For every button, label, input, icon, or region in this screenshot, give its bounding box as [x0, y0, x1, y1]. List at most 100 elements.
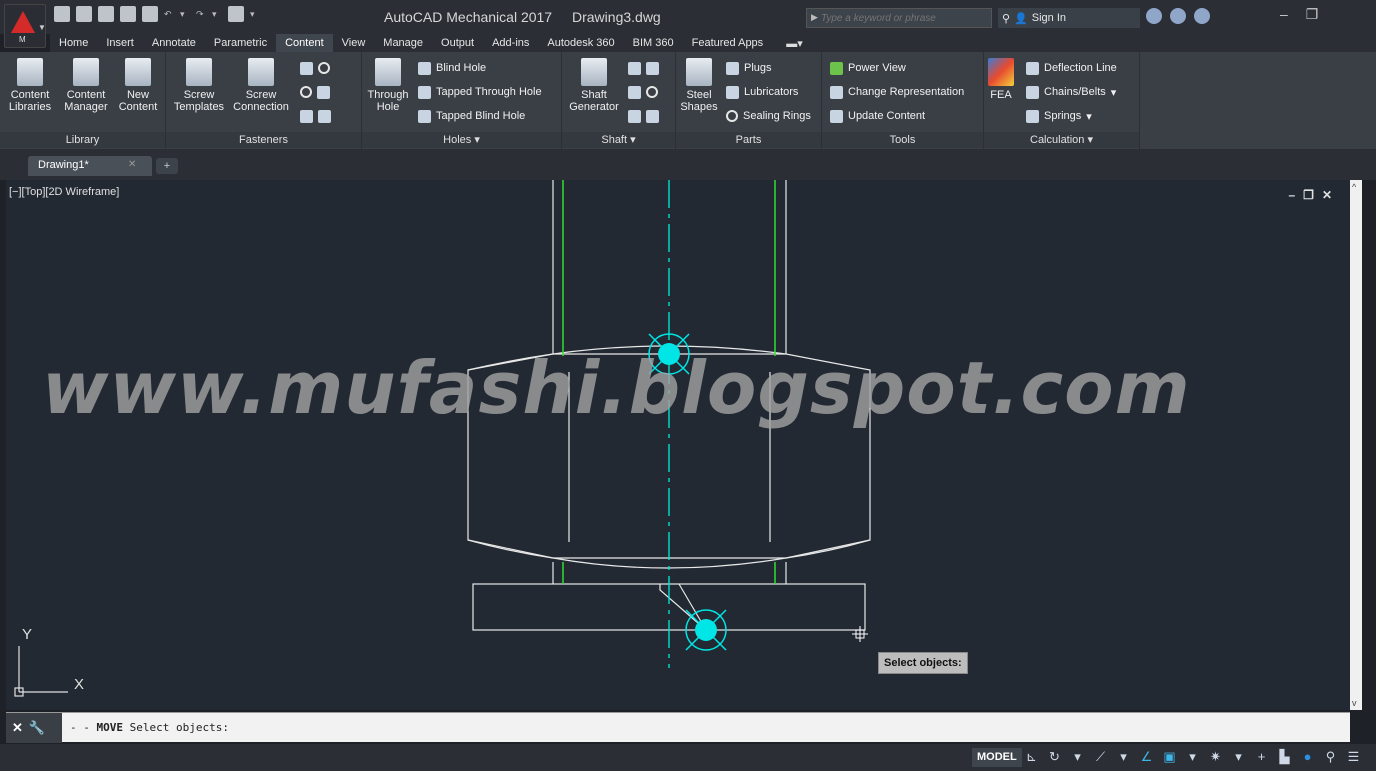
fea-button[interactable]: FEA [986, 58, 1016, 101]
springs-button[interactable]: Springs ▾ [1026, 106, 1092, 126]
sealing-rings-button[interactable]: Sealing Rings [726, 106, 811, 126]
chains-belts-button[interactable]: Chains/Belts ▾ [1026, 82, 1116, 102]
tab-add-ins[interactable]: Add-ins [483, 34, 538, 52]
shaft-tool-2[interactable] [628, 82, 658, 102]
help-icon[interactable] [1194, 8, 1210, 24]
update-content-button[interactable]: Update Content [830, 106, 925, 126]
power-view-button[interactable]: Power View [830, 58, 906, 78]
isodraft-icon[interactable]: ⟋ [1093, 749, 1108, 764]
close-icon[interactable]: ✕ [12, 720, 23, 736]
tapped-blind-hole-button[interactable]: Tapped Blind Hole [418, 106, 525, 126]
plugs-button[interactable]: Plugs [726, 58, 772, 78]
graphics-performance-icon[interactable]: ⚲ [1323, 749, 1338, 764]
tab-parametric[interactable]: Parametric [205, 34, 276, 52]
change-representation-button[interactable]: Change Representation [830, 82, 964, 102]
springs-icon [1026, 109, 1039, 123]
viewport-controls-label[interactable]: [−][Top][2D Wireframe] [9, 186, 119, 198]
tapped-through-hole-button[interactable]: Tapped Through Hole [418, 82, 542, 102]
tab-bim-360[interactable]: BIM 360 [624, 34, 683, 52]
tab-output[interactable]: Output [432, 34, 483, 52]
sign-in-button[interactable]: ⚲ 👤 Sign In [998, 8, 1140, 28]
spring-pin-button[interactable] [300, 106, 331, 126]
file-name: Drawing3.dwg [572, 9, 661, 25]
new-tab-button[interactable]: + [156, 158, 178, 174]
screw-templates-button[interactable]: Screw Templates [170, 58, 228, 113]
model-space-button[interactable]: MODEL [972, 748, 1022, 767]
through-hole-button[interactable]: Through Hole [364, 58, 412, 113]
restore-icon[interactable]: ❐ [1303, 188, 1314, 202]
chevron-down-icon[interactable]: ▾ [180, 9, 190, 19]
steel-shapes-button[interactable]: Steel Shapes [678, 58, 720, 113]
shaft-panel-label[interactable]: Shaft ▾ [562, 132, 675, 148]
search-box[interactable]: ▶ [806, 8, 992, 28]
print-icon[interactable] [142, 6, 158, 22]
new-content-button[interactable]: New Content [114, 58, 162, 113]
redo-icon[interactable]: ↷ [196, 9, 206, 19]
vertical-scrollbar[interactable]: ^ v [1350, 180, 1362, 710]
tab-autodesk-360[interactable]: Autodesk 360 [538, 34, 623, 52]
ortho-icon[interactable]: ⊾ [1024, 749, 1039, 764]
object-snap-tracking-icon[interactable]: ∠ [1139, 749, 1154, 764]
chevron-down-icon[interactable]: ▾ [1116, 749, 1131, 764]
minimize-icon[interactable]: – [1288, 188, 1295, 202]
chevron-down-icon[interactable]: v [1352, 698, 1357, 708]
search-input[interactable] [821, 10, 989, 26]
keyway-icon [628, 61, 641, 75]
annotation-scale-icon[interactable]: ✷ [1208, 749, 1223, 764]
holes-panel-label[interactable]: Holes ▾ [362, 132, 561, 148]
restore-icon[interactable]: ❐ [1306, 6, 1319, 23]
blind-hole-button[interactable]: Blind Hole [418, 58, 486, 78]
undo-icon[interactable]: ↶ [164, 9, 174, 19]
ribbon-options-icon[interactable]: ▬▾ [786, 37, 803, 50]
chevron-down-icon[interactable]: ▾ [1185, 749, 1200, 764]
customization-menu-icon[interactable]: ☰ [1346, 749, 1361, 764]
shaft-tool-1[interactable] [628, 58, 659, 78]
chevron-down-icon[interactable]: ▾ [212, 9, 222, 19]
isolate-objects-icon[interactable]: ● [1300, 749, 1315, 764]
command-input[interactable] [236, 718, 836, 738]
shaft-generator-button[interactable]: Shaft Generator [566, 58, 622, 113]
tab-insert[interactable]: Insert [97, 34, 143, 52]
deflection-line-button[interactable]: Deflection Line [1026, 58, 1117, 78]
command-line: ✕ 🔧 - - MOVE Select objects: [6, 712, 1350, 743]
lubricators-button[interactable]: Lubricators [726, 82, 798, 102]
workspace-icon[interactable]: ▙ [1277, 749, 1292, 764]
content-manager-button[interactable]: Content Manager [60, 58, 112, 113]
tab-content[interactable]: Content [276, 34, 333, 52]
panel-label-text: Shaft [601, 134, 628, 146]
tab-featured-apps[interactable]: Featured Apps [683, 34, 773, 52]
chevron-up-icon[interactable]: ^ [1352, 182, 1356, 192]
polar-tracking-icon[interactable]: ↻ [1047, 749, 1062, 764]
tab-annotate[interactable]: Annotate [143, 34, 205, 52]
bolt-tool-button[interactable] [300, 58, 330, 78]
save-icon[interactable] [98, 6, 114, 22]
minimize-icon[interactable]: – [1280, 6, 1288, 23]
content-libraries-button[interactable]: Content Libraries [4, 58, 56, 113]
tab-home[interactable]: Home [50, 34, 97, 52]
save-as-icon[interactable] [120, 6, 136, 22]
chevron-down-icon: ▾ [1086, 110, 1092, 123]
application-menu-button[interactable]: M ▼ [4, 4, 46, 48]
tab-view[interactable]: View [333, 34, 375, 52]
screw-connection-button[interactable]: Screw Connection [230, 58, 292, 113]
plus-icon[interactable]: + [1254, 749, 1269, 764]
chevron-down-icon[interactable]: ▾ [1070, 749, 1085, 764]
workspace-icon[interactable] [228, 6, 244, 22]
tab-manage[interactable]: Manage [374, 34, 432, 52]
shaft-tool-3[interactable] [628, 106, 659, 126]
close-icon[interactable]: ✕ [1322, 188, 1332, 202]
panel-label: Tools [822, 132, 983, 148]
drawing-canvas[interactable]: [−][Top][2D Wireframe] – ❐ ✕ Y X www.muf… [6, 180, 1350, 710]
calculation-panel-label[interactable]: Calculation ▾ [984, 132, 1139, 148]
autodesk-a360-icon[interactable] [1170, 8, 1186, 24]
close-icon[interactable]: ✕ [128, 159, 136, 170]
open-file-icon[interactable] [76, 6, 92, 22]
customize-qat-icon[interactable]: ▾ [250, 9, 260, 19]
wrench-icon[interactable]: 🔧 [29, 720, 45, 736]
new-file-icon[interactable] [54, 6, 70, 22]
exchange-apps-icon[interactable] [1146, 8, 1162, 24]
nut-tool-button[interactable] [300, 82, 330, 102]
object-snap-icon[interactable]: ▣ [1162, 749, 1177, 764]
chevron-down-icon[interactable]: ▾ [1231, 749, 1246, 764]
file-tab-drawing1[interactable]: Drawing1* ✕ [28, 156, 152, 176]
